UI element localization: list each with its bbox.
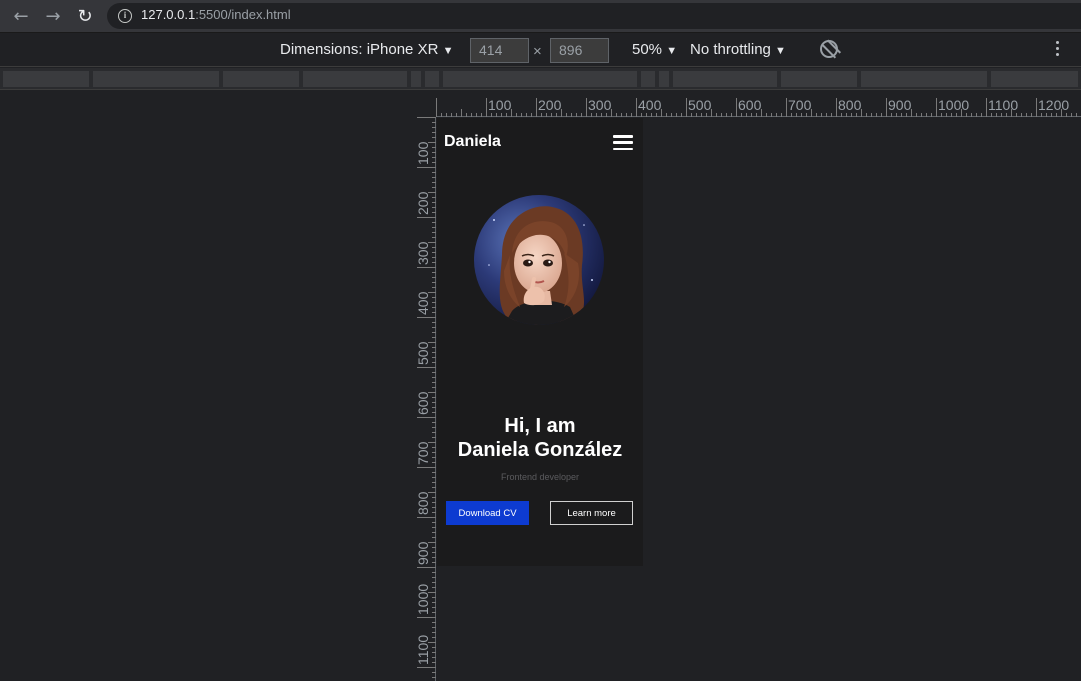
ruler-label: 700	[788, 97, 812, 113]
device-toolbar: Dimensions: iPhone XR ▼ 414 × 896 50% ▼ …	[0, 34, 1081, 67]
media-query-segment[interactable]	[424, 70, 440, 88]
media-query-bar	[0, 68, 1081, 90]
ruler-label: 300	[415, 241, 431, 265]
ruler-label: 400	[638, 97, 662, 113]
address-bar[interactable]: i 127.0.0.1:5500/index.html	[107, 3, 1081, 29]
height-input[interactable]: 896	[550, 38, 609, 63]
media-query-segment[interactable]	[92, 70, 220, 88]
ruler-label: 500	[688, 97, 712, 113]
url-host: 127.0.0.1	[141, 7, 196, 22]
avatar-icon	[474, 195, 604, 325]
dimensions-dropdown[interactable]: Dimensions: iPhone XR ▼	[280, 41, 453, 58]
media-query-segment[interactable]	[302, 70, 408, 88]
more-options-icon[interactable]	[1053, 41, 1061, 56]
ruler-label: 100	[488, 97, 512, 113]
ruler-label: 1200	[1038, 97, 1069, 113]
vertical-ruler: 100 200 300 400 500 600 700 800 900 1000 1100	[411, 117, 436, 681]
ruler-label: 400	[415, 291, 431, 315]
dimensions-label: Dimensions: iPhone XR	[280, 41, 439, 58]
learn-more-button[interactable]: Learn more	[550, 501, 633, 525]
ruler-label: 1000	[938, 97, 969, 113]
width-input[interactable]: 414	[470, 38, 529, 63]
zoom-dropdown[interactable]: 50% ▼	[632, 41, 677, 58]
ruler-label: 1100	[988, 97, 1018, 113]
rotate-icon[interactable]	[820, 40, 838, 58]
horizontal-ruler-ticks: 100 200 300 400 500 600 700 800 900 1000 1100 1200	[436, 97, 1077, 117]
media-query-segment[interactable]	[410, 70, 422, 88]
media-query-segment[interactable]	[658, 70, 670, 88]
device-viewport: Daniela Hi, I am Daniela González Fronte…	[437, 118, 643, 566]
info-icon[interactable]: i	[118, 9, 132, 23]
ruler-label: 1100	[415, 635, 431, 665]
ruler-label: 500	[415, 341, 431, 365]
hero-line-2: Daniela González	[457, 439, 623, 461]
media-query-segment[interactable]	[860, 70, 988, 88]
hero-subtitle: Frontend developer	[500, 472, 580, 482]
url-path: :5500/index.html	[195, 7, 291, 22]
chevron-down-icon: ▼	[442, 45, 454, 57]
hero-heading: Hi, I am Daniela González	[437, 414, 643, 462]
ruler-label: 300	[588, 97, 612, 113]
ruler-label: 700	[415, 441, 431, 465]
media-query-segment[interactable]	[222, 70, 300, 88]
media-query-segment[interactable]	[990, 70, 1079, 88]
ruler-label: 800	[838, 97, 862, 113]
url-text[interactable]: 127.0.0.1:5500/index.html	[141, 7, 291, 22]
zoom-label: 50%	[632, 41, 663, 58]
ruler-label: 600	[415, 391, 431, 415]
reload-icon[interactable]: ↻	[72, 4, 98, 28]
ruler-label: 200	[538, 97, 562, 113]
download-cv-button[interactable]: Download CV	[446, 501, 529, 525]
ruler-label: 900	[415, 541, 431, 565]
media-query-segment[interactable]	[672, 70, 778, 88]
media-query-segment[interactable]	[640, 70, 656, 88]
throttling-label: No throttling	[690, 41, 771, 58]
ruler-label: 1000	[415, 584, 431, 615]
media-query-segment[interactable]	[2, 70, 90, 88]
hero-line-1: Hi, I am	[504, 415, 576, 437]
vertical-ruler-ticks: 100 200 300 400 500 600 700 800 900 1000 1100	[415, 117, 436, 678]
back-arrow-icon[interactable]: ←	[8, 4, 34, 28]
ruler-label: 800	[415, 491, 431, 515]
horizontal-ruler: 100 200 300 400 500 600 700 800 900 1000 1100 1200	[436, 92, 1081, 117]
chevron-down-icon: ▼	[775, 45, 786, 57]
times-symbol: ×	[533, 43, 542, 60]
chevron-down-icon: ▼	[666, 45, 678, 57]
throttling-dropdown[interactable]: No throttling ▼	[690, 41, 786, 58]
ruler-label: 200	[415, 191, 431, 215]
ruler-label: 100	[415, 141, 431, 165]
site-logo[interactable]: Daniela	[444, 133, 501, 151]
hamburger-menu-icon[interactable]	[613, 135, 633, 150]
media-query-segment[interactable]	[442, 70, 638, 88]
forward-arrow-icon[interactable]: →	[40, 4, 66, 28]
browser-toolbar: ← → ↻ i 127.0.0.1:5500/index.html	[0, 0, 1081, 33]
media-query-segment[interactable]	[780, 70, 858, 88]
ruler-label: 900	[888, 97, 912, 113]
ruler-label: 600	[738, 97, 762, 113]
